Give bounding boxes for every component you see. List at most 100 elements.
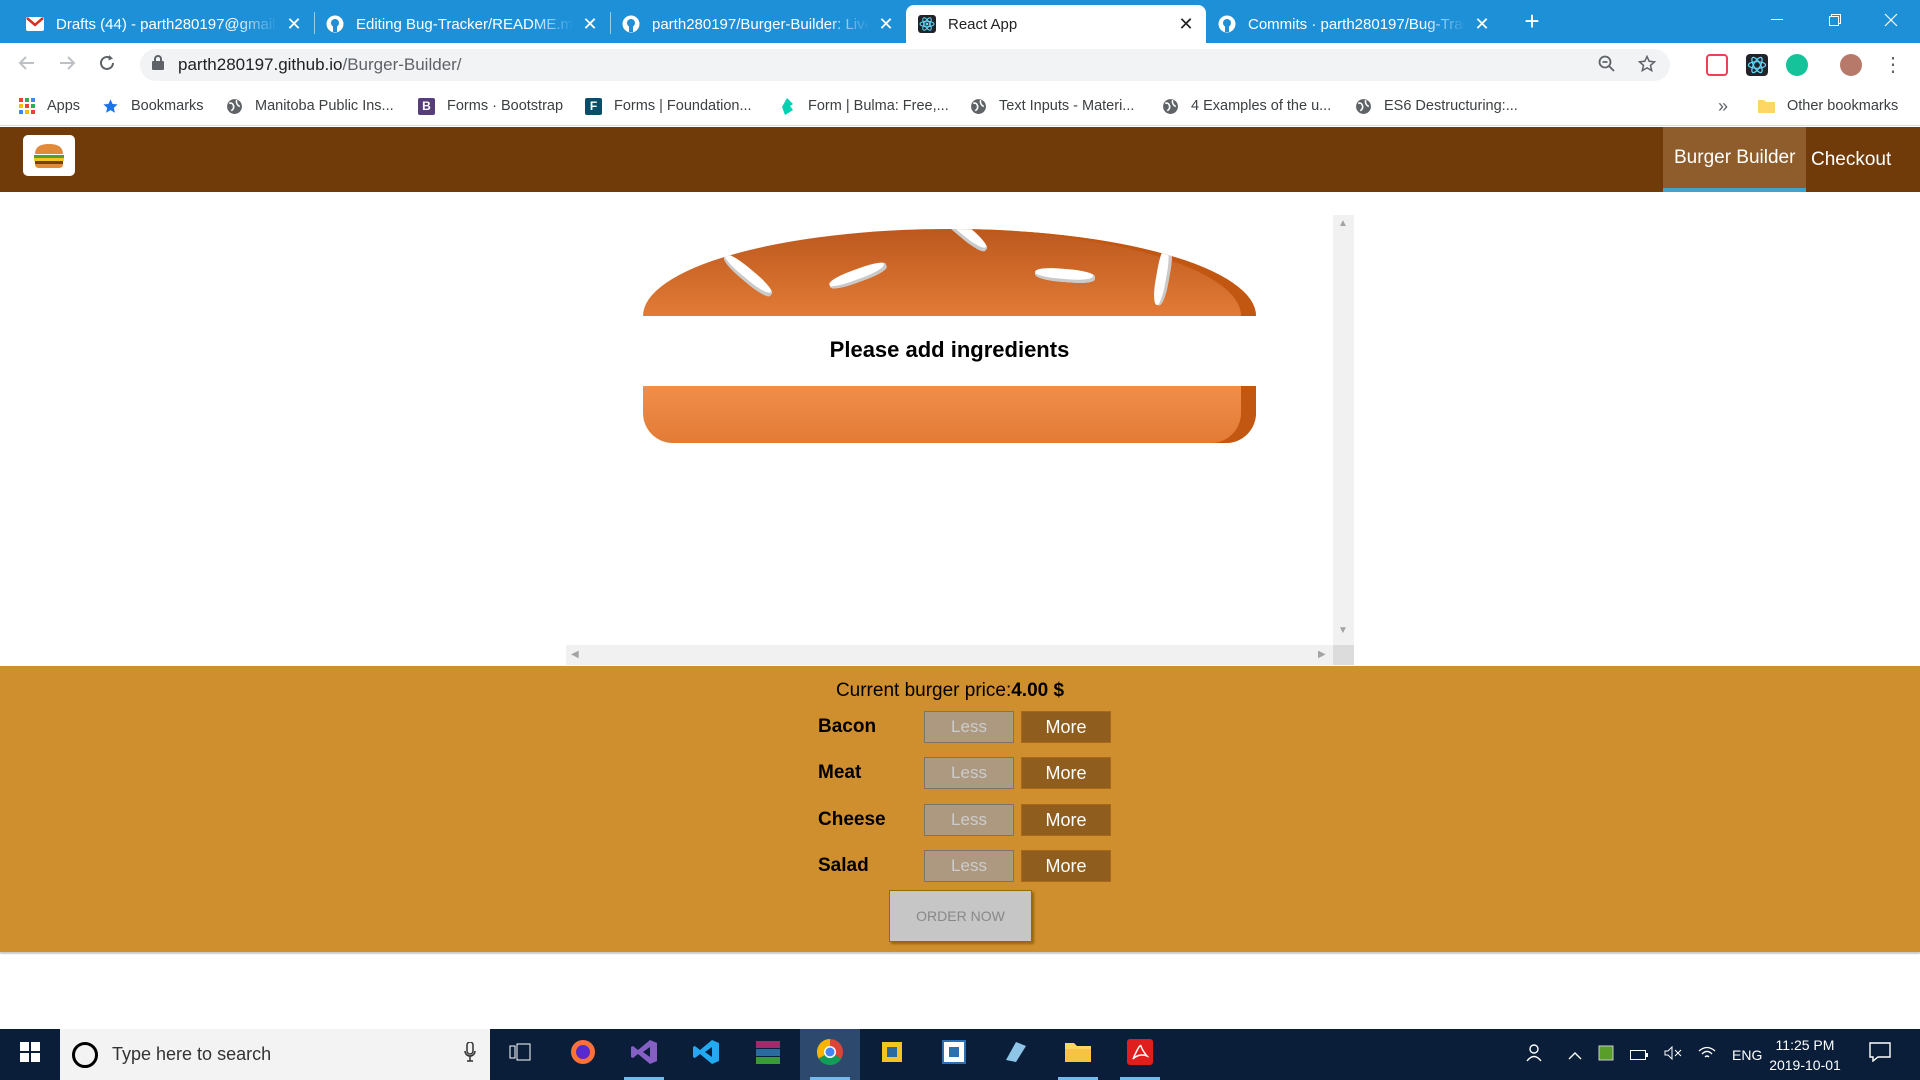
task-view-button[interactable]: [490, 1029, 550, 1080]
vertical-scrollbar[interactable]: ▲ ▼: [1333, 215, 1354, 645]
taskbar-clock[interactable]: 11:25 PM 2019-10-01: [1760, 1035, 1850, 1075]
taskbar-chrome[interactable]: [800, 1029, 860, 1080]
less-bacon-button[interactable]: Less: [924, 711, 1014, 743]
more-salad-button[interactable]: More: [1021, 850, 1111, 882]
horizontal-scrollbar[interactable]: ◀ ▶: [566, 645, 1333, 665]
bookmark-label: Other bookmarks: [1787, 98, 1899, 114]
bootstrap-icon: B: [418, 97, 435, 115]
address-bar[interactable]: parth280197.github.io/Burger-Builder/: [140, 49, 1670, 81]
chevron-up-icon[interactable]: [1568, 1047, 1582, 1063]
app-toolbar: Burger Builder Checkout: [0, 127, 1920, 192]
more-meat-button[interactable]: More: [1021, 757, 1111, 789]
less-cheese-button[interactable]: Less: [924, 804, 1014, 836]
close-icon[interactable]: ✕: [286, 15, 302, 33]
back-button[interactable]: [14, 52, 40, 78]
bread-bottom: [643, 386, 1256, 443]
more-bacon-button[interactable]: More: [1021, 711, 1111, 743]
visual-studio-icon: [630, 1038, 658, 1071]
restore-button[interactable]: [1806, 0, 1864, 40]
firefox-icon: [569, 1038, 597, 1071]
taskbar-visual-studio[interactable]: [614, 1029, 674, 1080]
folder-icon: [1758, 98, 1775, 115]
bookmark-apps[interactable]: Apps: [18, 95, 80, 117]
taskbar-tools[interactable]: [862, 1029, 922, 1080]
taskbar-acrobat[interactable]: [1110, 1029, 1170, 1080]
bookmark-text-inputs[interactable]: Text Inputs - Materi...: [970, 95, 1134, 117]
ingredient-label: Bacon: [818, 716, 877, 737]
close-icon[interactable]: ✕: [1178, 15, 1194, 33]
people-icon[interactable]: [1526, 1044, 1544, 1065]
nav-checkout[interactable]: Checkout: [1800, 127, 1902, 192]
seed: [935, 229, 991, 255]
bookmark-4-examples[interactable]: 4 Examples of the u...: [1162, 95, 1331, 117]
taskbar-notepad[interactable]: [924, 1029, 984, 1080]
close-icon[interactable]: ✕: [878, 15, 894, 33]
tab-react-app[interactable]: React App ✕: [906, 5, 1206, 43]
profile-avatar[interactable]: [1840, 54, 1862, 76]
bookmark-bootstrap[interactable]: B Forms · Bootstrap: [418, 95, 563, 117]
build-controls: Current burger price:4.00 $ Bacon Less M…: [0, 666, 1920, 952]
price-label: Current burger price:: [835, 680, 1012, 701]
scroll-left-arrow[interactable]: ◀: [571, 650, 579, 660]
battery-icon[interactable]: [1630, 1047, 1648, 1063]
reload-button[interactable]: [94, 52, 120, 78]
nav-burger-builder[interactable]: Burger Builder: [1663, 127, 1807, 192]
other-bookmarks[interactable]: Other bookmarks: [1758, 95, 1898, 117]
bookmark-label: Forms · Bootstrap: [447, 98, 564, 114]
grammarly-icon[interactable]: [1786, 54, 1808, 76]
menu-kebab-icon[interactable]: ⋮: [1880, 52, 1906, 78]
forward-button[interactable]: [54, 52, 80, 78]
close-icon[interactable]: ✕: [1474, 15, 1490, 33]
bookmarks-overflow-button[interactable]: »: [1718, 95, 1728, 117]
tab-gmail[interactable]: Drafts (44) - parth280197@gmail.com ✕: [14, 5, 314, 43]
tab-bug-tracker-commits[interactable]: Commits · parth280197/Bug-Tracker ✕: [1206, 5, 1502, 43]
chrome-icon: [816, 1038, 844, 1071]
bookmark-foundation[interactable]: F Forms | Foundation...: [585, 95, 752, 117]
minimize-button[interactable]: [1748, 0, 1806, 40]
more-cheese-button[interactable]: More: [1021, 804, 1111, 836]
less-salad-button[interactable]: Less: [924, 850, 1014, 882]
bookmark-bulma[interactable]: Form | Bulma: Free,...: [779, 95, 949, 117]
taskbar-winrar[interactable]: [738, 1029, 798, 1080]
scroll-down-arrow[interactable]: ▼: [1338, 626, 1348, 636]
taskbar-vscode[interactable]: [676, 1029, 736, 1080]
scroll-up-arrow[interactable]: ▲: [1338, 219, 1348, 229]
windows-icon: [20, 1042, 40, 1067]
foundation-icon: F: [585, 97, 602, 115]
taskbar-eraser[interactable]: [986, 1029, 1046, 1080]
language-indicator[interactable]: ENG: [1732, 1047, 1762, 1063]
ingredient-label: Cheese: [818, 809, 886, 830]
close-window-button[interactable]: [1862, 0, 1920, 40]
gmail-icon: [26, 15, 44, 33]
scroll-right-arrow[interactable]: ▶: [1318, 650, 1326, 660]
burger-logo[interactable]: [23, 135, 75, 176]
globe-icon: [1162, 98, 1179, 115]
system-tray: ENG: [1526, 1029, 1762, 1080]
new-tab-button[interactable]: +: [1518, 8, 1546, 36]
pocket-extension-icon[interactable]: [1706, 54, 1728, 76]
hardware-icon[interactable]: [1598, 1045, 1614, 1064]
taskbar-file-explorer[interactable]: [1048, 1029, 1108, 1080]
tab-burger-builder-repo[interactable]: parth280197/Burger-Builder: Live ✕: [610, 5, 906, 43]
bookmark-manitoba[interactable]: Manitoba Public Ins...: [226, 95, 394, 117]
microphone-icon[interactable]: [464, 1041, 476, 1067]
omnibox-actions: [1596, 53, 1658, 75]
bookmark-es6[interactable]: ES6 Destructuring:...: [1355, 95, 1518, 117]
close-icon[interactable]: ✕: [582, 15, 598, 33]
globe-icon: [970, 98, 987, 115]
wifi-icon[interactable]: [1698, 1046, 1716, 1063]
tab-bug-tracker-readme[interactable]: Editing Bug-Tracker/README.md ✕: [314, 5, 610, 43]
taskbar-firefox[interactable]: [553, 1029, 613, 1080]
less-meat-button[interactable]: Less: [924, 757, 1014, 789]
zoom-icon[interactable]: [1596, 53, 1618, 75]
react-devtools-icon[interactable]: [1746, 54, 1768, 76]
bookmark-bookmarks[interactable]: Bookmarks: [102, 95, 204, 117]
taskbar-search-input[interactable]: Type here to search: [60, 1029, 490, 1080]
start-button[interactable]: [0, 1029, 60, 1080]
search-placeholder: Type here to search: [112, 1044, 272, 1064]
bookmark-star-icon[interactable]: [1636, 53, 1658, 75]
order-now-button[interactable]: ORDER NOW: [889, 890, 1032, 942]
bulma-icon: [779, 97, 796, 115]
action-center-button[interactable]: [1850, 1029, 1910, 1080]
volume-muted-icon[interactable]: [1664, 1045, 1682, 1063]
